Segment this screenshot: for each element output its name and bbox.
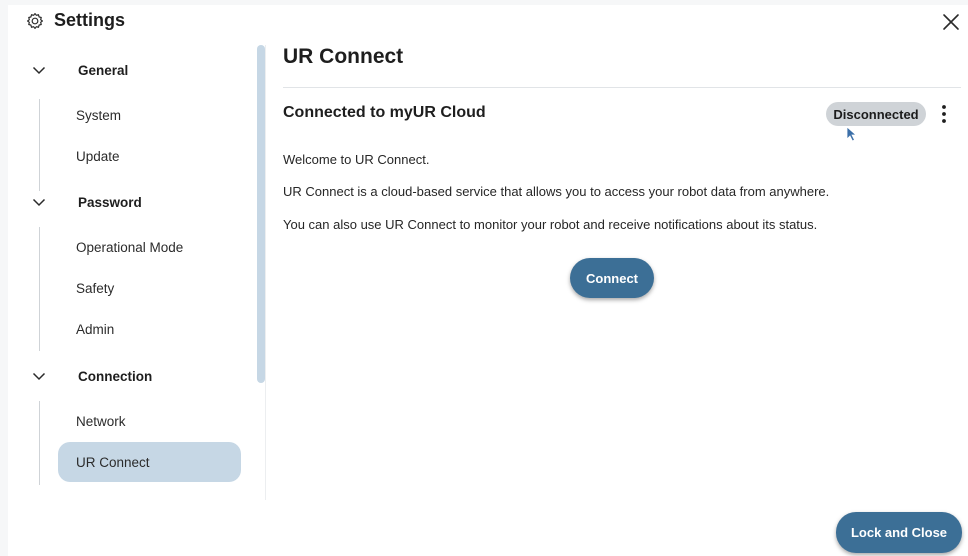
sidebar-item-label: Safety — [76, 280, 115, 296]
sidebar-scrollbar[interactable] — [257, 45, 265, 383]
sidebar-item-safety[interactable]: Safety — [58, 268, 241, 308]
section-connection[interactable]: Connection — [28, 361, 258, 391]
section-title: UR Connect — [283, 45, 404, 68]
settings-window: Settings General System Update Password — [8, 5, 968, 556]
sidebar-item-network[interactable]: Network — [58, 401, 241, 441]
chevron-down-icon — [32, 372, 46, 381]
more-vertical-icon[interactable] — [934, 103, 954, 125]
gear-icon — [27, 13, 44, 30]
paragraph: Welcome to UR Connect. — [283, 152, 430, 167]
sidebar-item-label: Operational Mode — [76, 239, 184, 255]
chevron-down-icon — [32, 198, 46, 207]
chevron-down-icon — [32, 66, 46, 75]
sidebar-item-system[interactable]: System — [58, 95, 241, 135]
sidebar-item-label: UR Connect — [76, 454, 150, 470]
tree-line — [39, 227, 40, 351]
sidebar-item-label: Update — [76, 148, 120, 164]
status-badge: Disconnected — [826, 102, 926, 126]
section-label: Password — [78, 194, 142, 210]
lock-and-close-button[interactable]: Lock and Close — [836, 512, 962, 553]
settings-header: Settings — [8, 5, 968, 39]
sidebar-item-label: Admin — [76, 321, 115, 337]
settings-sidebar: General System Update Password Operation… — [8, 45, 265, 505]
section-general[interactable]: General — [28, 55, 258, 85]
section-password[interactable]: Password — [28, 187, 258, 217]
page-title: Settings — [54, 10, 126, 30]
sidebar-item-update[interactable]: Update — [58, 136, 241, 176]
tree-line — [39, 401, 40, 485]
mouse-cursor-icon — [846, 126, 858, 142]
sidebar-item-label: Network — [76, 413, 126, 429]
section-label: General — [78, 62, 129, 78]
paragraph: UR Connect is a cloud-based service that… — [283, 184, 830, 199]
connection-title: Connected to myUR Cloud — [283, 104, 486, 121]
divider — [283, 87, 961, 88]
close-icon[interactable] — [940, 11, 962, 33]
sidebar-item-admin[interactable]: Admin — [58, 309, 241, 349]
tree-line — [39, 99, 40, 191]
sidebar-item-operational-mode[interactable]: Operational Mode — [58, 227, 241, 267]
connect-button[interactable]: Connect — [570, 258, 654, 298]
sidebar-item-label: System — [76, 107, 122, 123]
section-label: Connection — [78, 368, 153, 384]
sidebar-divider — [265, 45, 266, 500]
sidebar-item-ur-connect[interactable]: UR Connect — [58, 442, 241, 482]
paragraph: You can also use UR Connect to monitor y… — [283, 217, 818, 232]
